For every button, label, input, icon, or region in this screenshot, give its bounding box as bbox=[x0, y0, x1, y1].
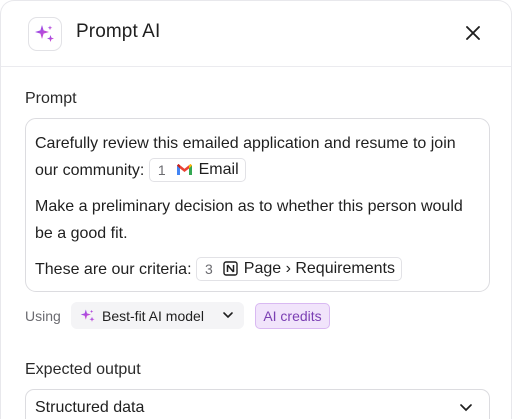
close-icon bbox=[466, 26, 480, 40]
notion-icon bbox=[223, 261, 238, 276]
expected-output-label: Expected output bbox=[25, 361, 141, 378]
panel-title: Prompt AI bbox=[76, 21, 161, 42]
requirements-variable-chip[interactable]: 3 Page › Requirements bbox=[195, 256, 402, 281]
chevron-down-icon bbox=[460, 404, 472, 412]
chip-number: 1 bbox=[157, 161, 166, 178]
sparkles-icon bbox=[28, 17, 62, 51]
prompt-editor[interactable]: Carefully review this emailed applicatio… bbox=[25, 118, 490, 292]
chip-label: Page › Requirements bbox=[243, 259, 395, 277]
prompt-label: Prompt bbox=[25, 90, 77, 107]
prompt-paragraph: These are our criteria: 3 Page › Require… bbox=[35, 256, 480, 283]
sparkles-icon bbox=[80, 308, 95, 322]
chip-label: Email bbox=[198, 160, 239, 178]
prompt-text: These are our criteria: bbox=[35, 261, 192, 278]
prompt-ai-panel: Prompt AI Prompt Carefully review this e… bbox=[0, 0, 512, 419]
model-select-button[interactable]: Best-fit AI model bbox=[71, 302, 244, 329]
chip-number: 3 bbox=[204, 260, 213, 277]
gmail-icon bbox=[176, 163, 193, 176]
model-label: Best-fit AI model bbox=[102, 307, 204, 324]
email-variable-chip[interactable]: 1 Email bbox=[148, 157, 246, 182]
model-row: Using Best-fit AI model AI credits bbox=[25, 302, 495, 329]
prompt-paragraph: Carefully review this emailed applicatio… bbox=[35, 130, 480, 184]
prompt-paragraph: Make a preliminary decision as to whethe… bbox=[35, 198, 463, 242]
close-button[interactable] bbox=[461, 21, 485, 45]
ai-credits-badge: AI credits bbox=[255, 303, 330, 329]
panel-header: Prompt AI bbox=[1, 1, 511, 67]
expected-output-value: Structured data bbox=[35, 399, 145, 416]
chevron-down-icon bbox=[223, 312, 233, 319]
expected-output-select[interactable]: Structured data bbox=[25, 389, 490, 419]
using-label: Using bbox=[25, 308, 61, 324]
